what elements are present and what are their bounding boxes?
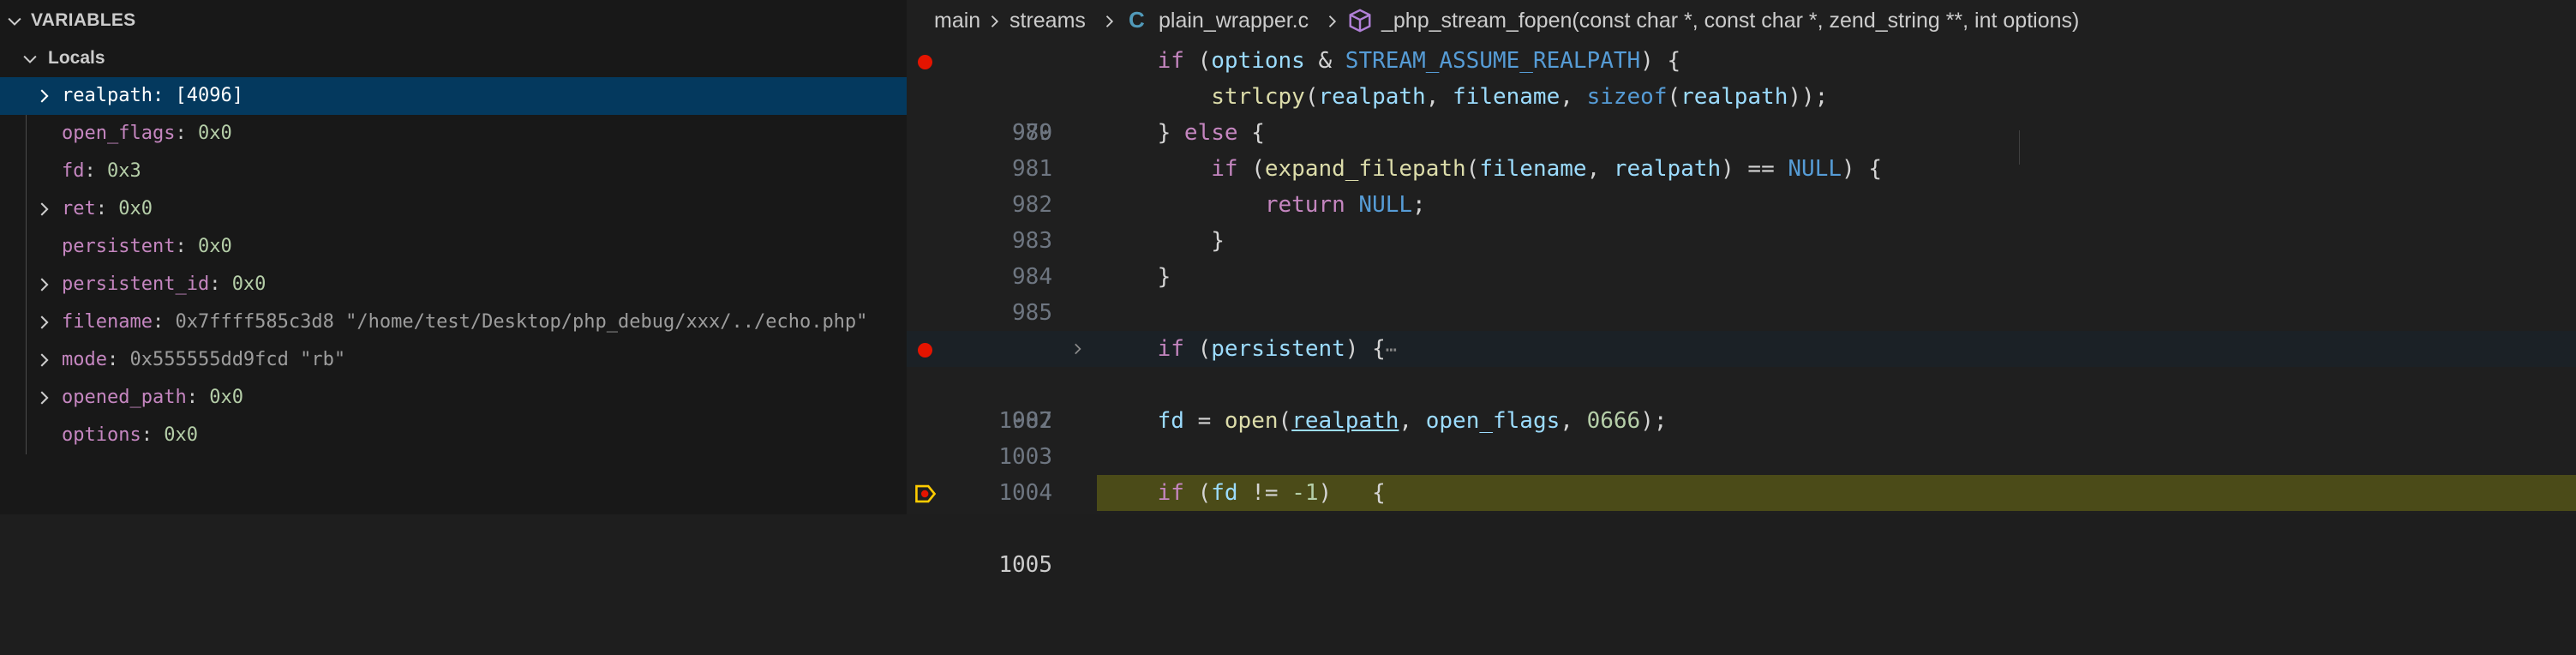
variable-name: filename — [62, 311, 153, 333]
variable-row-persistent-id[interactable]: persistent_id: 0x0 — [0, 266, 907, 303]
chevron-right-icon[interactable] — [34, 351, 53, 370]
chevron-right-icon[interactable] — [34, 87, 53, 105]
variable-row-persistent[interactable]: persistent: 0x0 — [0, 228, 907, 266]
fold-chevron-right-icon[interactable] — [1069, 341, 1085, 357]
code-text: if (expand_filepath(filename, realpath) … — [1211, 156, 1882, 182]
variable-name: opened_path — [62, 387, 187, 408]
variable-name: ret — [62, 198, 96, 219]
variable-value: 0x3 — [107, 160, 141, 182]
variable-row-realpath[interactable]: realpath: [4096] — [0, 77, 907, 115]
scope-locals[interactable]: Locals — [0, 41, 907, 75]
symbol-method-icon — [1349, 9, 1371, 33]
code-text: return NULL; — [1264, 192, 1426, 218]
code-line-986[interactable]: 986 — [907, 295, 2576, 362]
code-line-983[interactable]: 983 return NULL; — [907, 187, 2576, 254]
variable-value: 0x7ffff585c3d8 "/home/test/Desktop/php_d… — [175, 311, 868, 333]
variable-value: 0x0 — [164, 424, 198, 446]
variables-panel: VARIABLES Locals realpath: [4096] open_f… — [0, 0, 907, 514]
variable-value: 0x0 — [118, 198, 153, 219]
chevron-right-icon[interactable] — [34, 388, 53, 407]
code-text: } — [1104, 228, 1225, 254]
variable-name: realpath — [62, 85, 153, 106]
variable-name: options — [62, 424, 141, 446]
chevron-right-icon[interactable] — [34, 313, 53, 332]
variable-value: [4096] — [175, 85, 243, 106]
variables-section-title: VARIABLES — [31, 10, 136, 30]
variable-value: 0x0 — [197, 236, 232, 257]
chevron-right-icon — [1105, 15, 1114, 27]
chevron-right-icon — [991, 15, 999, 27]
code-line-1003[interactable]: 1003 fd = open(realpath, open_flags, 066… — [907, 403, 2576, 470]
line-number: 1005 — [998, 552, 1052, 578]
code-line-984[interactable]: 984 } — [907, 223, 2576, 290]
breadcrumb-file[interactable]: plain_wrapper.c — [1159, 9, 1309, 33]
variable-name: open_flags — [62, 123, 176, 144]
chevron-right-icon[interactable] — [34, 275, 53, 294]
chevron-down-icon — [23, 55, 37, 63]
variable-row-open-flags[interactable]: open_flags: 0x0 — [0, 115, 907, 153]
chevron-right-icon[interactable] — [34, 200, 53, 219]
chevron-down-icon — [8, 17, 21, 26]
variable-row-filename[interactable]: filename: 0x7ffff585c3d8 "/home/test/Des… — [0, 303, 907, 341]
code-text: if (persistent) {⋯ — [1157, 336, 1398, 362]
code-text: fd = open(realpath, open_flags, 0666); — [1157, 408, 1668, 434]
scope-title: Locals — [48, 48, 105, 68]
code-text: strlcpy(realpath, filename, sizeof(realp… — [1211, 84, 1829, 110]
variables-section-header[interactable]: VARIABLES — [0, 0, 907, 41]
breakpoint-dot-icon[interactable] — [918, 55, 932, 69]
code-text: } — [1104, 264, 1171, 290]
variable-row-ret[interactable]: ret: 0x0 — [0, 190, 907, 228]
code-text: if (options & STREAM_ASSUME_REALPATH) { — [1157, 48, 1681, 74]
variable-value: 0x0 — [209, 387, 243, 408]
variable-row-fd[interactable]: fd: 0x3 — [0, 153, 907, 190]
code-line-982[interactable]: 982 if (expand_filepath(filename, realpa… — [907, 151, 2576, 218]
breadcrumb: main streams C plain_wrapper.c _php_stre… — [907, 0, 2576, 41]
code-line-1004[interactable]: 1004 — [907, 439, 2576, 506]
breadcrumb-symbol[interactable]: _php_stream_fopen(const char *, const ch… — [1381, 9, 2079, 33]
variable-name: mode — [62, 349, 107, 370]
variable-name: persistent_id — [62, 273, 210, 295]
hovered-identifier-link[interactable]: realpath — [1291, 408, 1399, 434]
code-line-987[interactable]: 987 if (persistent) {⋯ — [907, 331, 2576, 434]
code-line-985[interactable]: 985 } — [907, 259, 2576, 326]
variable-value: 0x0 — [231, 273, 267, 295]
debug-stackframe-icon — [915, 484, 937, 503]
variable-row-opened-path[interactable]: opened_path: 0x0 — [0, 379, 907, 417]
code-line-1005[interactable]: 1005 if (fd != -1) { — [907, 475, 2576, 578]
breadcrumb-streams[interactable]: streams — [1009, 9, 1086, 33]
current-execution-line: if (fd != -1) { — [1097, 475, 2576, 511]
variable-row-options[interactable]: options: 0x0 — [0, 417, 907, 454]
chevron-right-icon — [1328, 15, 1337, 27]
code-editor: main streams C plain_wrapper.c _php_stre… — [907, 0, 2576, 578]
variable-row-mode[interactable]: mode: 0x555555dd9fcd "rb" — [0, 341, 907, 379]
variable-value: 0x0 — [197, 123, 232, 144]
breadcrumb-main[interactable]: main — [934, 9, 980, 33]
code-text: } else { — [1104, 120, 1265, 146]
breakpoint-dot-icon[interactable] — [918, 343, 932, 358]
c-file-icon: C — [1129, 7, 1145, 33]
folded-region-ellipsis[interactable]: ⋯ — [1386, 340, 1397, 361]
code-line-1002[interactable]: 1002 — [907, 367, 2576, 434]
variable-name: persistent — [62, 236, 176, 257]
code-line-980[interactable]: 980 strlcpy(realpath, filename, sizeof(r… — [907, 79, 2576, 146]
code-line-979[interactable]: 979 if (options & STREAM_ASSUME_REALPATH… — [907, 43, 2576, 146]
variable-name: fd — [62, 160, 85, 182]
variable-value: 0x555555dd9fcd "rb" — [129, 349, 346, 370]
code-line-981[interactable]: 981 } else { — [907, 115, 2576, 182]
